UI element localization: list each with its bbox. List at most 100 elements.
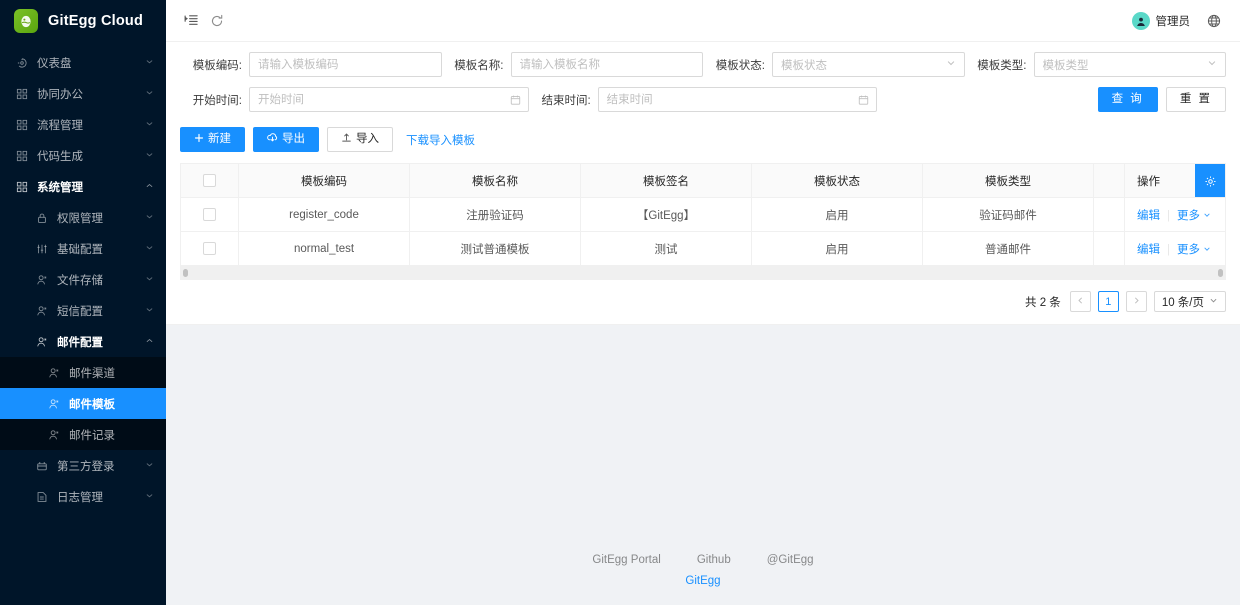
user-menu[interactable]: 管理员 [1126, 0, 1197, 42]
sidebar-item-label: 邮件记录 [69, 427, 154, 443]
chevron-down-icon [145, 306, 154, 315]
sidebar-item-label: 仪表盘 [37, 55, 145, 71]
sidebar-item-6[interactable]: 基础配置 [0, 233, 166, 264]
chevron-down-icon [145, 275, 154, 284]
user-icon [34, 274, 49, 286]
template-code-input[interactable] [249, 52, 442, 77]
edit-link[interactable]: 编辑 [1137, 244, 1160, 256]
table-row[interactable]: register_code注册验证码【GitEgg】启用验证码邮件编辑|更多 [181, 198, 1226, 232]
search-button[interactable]: 查 询 [1098, 87, 1158, 112]
scrollbar-thumb[interactable] [183, 269, 188, 277]
chevron-down-icon [145, 213, 154, 222]
more-dropdown[interactable]: 更多 [1177, 244, 1211, 256]
sidebar-item-3[interactable]: 代码生成 [0, 140, 166, 171]
cell-sign: 测试 [581, 232, 752, 266]
chevron-down-icon [145, 120, 154, 129]
template-type-select[interactable]: 模板类型 [1034, 52, 1227, 77]
globe-icon[interactable] [1202, 0, 1226, 42]
topbar: 管理员 [166, 0, 1240, 42]
cell-status: 启用 [752, 198, 923, 232]
row-select-cell[interactable] [181, 232, 239, 266]
row-checkbox[interactable] [203, 208, 216, 221]
sidebar-item-13[interactable]: 第三方登录 [0, 450, 166, 481]
pagination-page-1[interactable]: 1 [1098, 291, 1119, 312]
reset-button[interactable]: 重 置 [1166, 87, 1226, 112]
sidebar-item-1[interactable]: 协同办公 [0, 78, 166, 109]
template-name-input[interactable] [511, 52, 704, 77]
sidebar-item-8[interactable]: 短信配置 [0, 295, 166, 326]
chevron-down-icon [145, 58, 154, 67]
footer-link-0[interactable]: GitEgg Portal [592, 554, 660, 566]
reload-icon[interactable] [204, 8, 230, 34]
column-header-blank [1094, 164, 1125, 198]
export-button[interactable]: 导出 [253, 127, 319, 152]
sidebar-item-7[interactable]: 文件存储 [0, 264, 166, 295]
download-template-link[interactable]: 下载导入模板 [406, 132, 475, 148]
apps-icon [14, 119, 29, 131]
table-row[interactable]: normal_test测试普通模板测试启用普通邮件编辑|更多 [181, 232, 1226, 266]
chevron-right-icon [1132, 296, 1141, 308]
gear-icon[interactable] [1195, 164, 1226, 198]
content-area: 模板编码: 模板名称: 模板状态: [166, 42, 1240, 605]
chevron-down-icon [1203, 245, 1211, 255]
sidebar-item-9[interactable]: 邮件配置 [0, 326, 166, 357]
row-select-cell[interactable] [181, 198, 239, 232]
create-button[interactable]: 新建 [180, 127, 245, 152]
pagination-prev-button[interactable] [1070, 291, 1091, 312]
more-label: 更多 [1177, 244, 1200, 256]
start-time-input[interactable] [249, 87, 529, 112]
filter-control-name [511, 52, 704, 77]
sidebar-logo[interactable]: GitEgg Cloud [0, 0, 166, 42]
sidebar-item-label: 邮件配置 [57, 334, 145, 350]
sidebar-item-5[interactable]: 权限管理 [0, 202, 166, 233]
footer-link-2[interactable]: @GitEgg [767, 554, 814, 566]
avatar-icon [1132, 12, 1150, 30]
filter-label-name: 模板名称: [442, 57, 504, 73]
footer-copyright[interactable]: GitEgg [685, 575, 720, 587]
filter-field-end-time: 结束时间: [529, 87, 878, 112]
row-checkbox[interactable] [203, 242, 216, 255]
sidebar-item-0[interactable]: 仪表盘 [0, 47, 166, 78]
sidebar-item-4[interactable]: 系统管理 [0, 171, 166, 202]
cell-name: 测试普通模板 [410, 232, 581, 266]
row-action-cell: 编辑|更多 [1125, 232, 1226, 266]
sidebar-item-14[interactable]: 日志管理 [0, 481, 166, 512]
table-toolbar: 新建 导出 [166, 122, 1240, 163]
footer-link-1[interactable]: Github [697, 554, 731, 566]
menu-fold-icon[interactable] [178, 8, 204, 34]
plus-icon [194, 133, 204, 147]
end-time-input[interactable] [598, 87, 878, 112]
template-status-select[interactable]: 模板状态 [772, 52, 965, 77]
chevron-up-icon [145, 337, 154, 346]
chevron-down-icon [145, 244, 154, 253]
sidebar-item-10[interactable]: 邮件渠道 [0, 357, 166, 388]
chevron-down-icon [145, 151, 154, 160]
filter-label-end-time: 结束时间: [529, 92, 591, 108]
chevron-down-icon [145, 492, 154, 501]
brand-title: GitEgg Cloud [48, 13, 143, 29]
filter-control-end-time [598, 87, 878, 112]
import-button[interactable]: 导入 [327, 127, 393, 152]
sidebar-item-11[interactable]: 邮件模板 [0, 388, 166, 419]
edit-link[interactable]: 编辑 [1137, 210, 1160, 222]
pagination-page-size-select[interactable]: 10 条/页 [1154, 291, 1226, 312]
filter-field-type: 模板类型: 模板类型 [965, 52, 1227, 77]
user-icon [46, 367, 61, 379]
create-button-label: 新建 [208, 134, 231, 146]
sidebar-item-12[interactable]: 邮件记录 [0, 419, 166, 450]
sidebar-item-2[interactable]: 流程管理 [0, 109, 166, 140]
scrollbar-thumb-right[interactable] [1218, 269, 1223, 277]
cell-type: 验证码邮件 [923, 198, 1094, 232]
more-dropdown[interactable]: 更多 [1177, 210, 1211, 222]
chevron-down-icon [1207, 58, 1217, 71]
cell-type: 普通邮件 [923, 232, 1094, 266]
select-all-checkbox[interactable] [203, 174, 216, 187]
table-horizontal-scrollbar[interactable] [180, 266, 1226, 280]
cloud-download-icon [267, 132, 278, 147]
table-head: 模板编码模板名称模板签名模板状态模板类型操作 [181, 164, 1226, 198]
pagination-next-button[interactable] [1126, 291, 1147, 312]
pagination: 共 2 条 1 10 条/页 [166, 280, 1240, 324]
footer-links: GitEgg Portal Github @GitEgg [592, 554, 813, 566]
sidebar-item-label: 邮件渠道 [69, 365, 154, 381]
filter-label-status: 模板状态: [703, 57, 765, 73]
